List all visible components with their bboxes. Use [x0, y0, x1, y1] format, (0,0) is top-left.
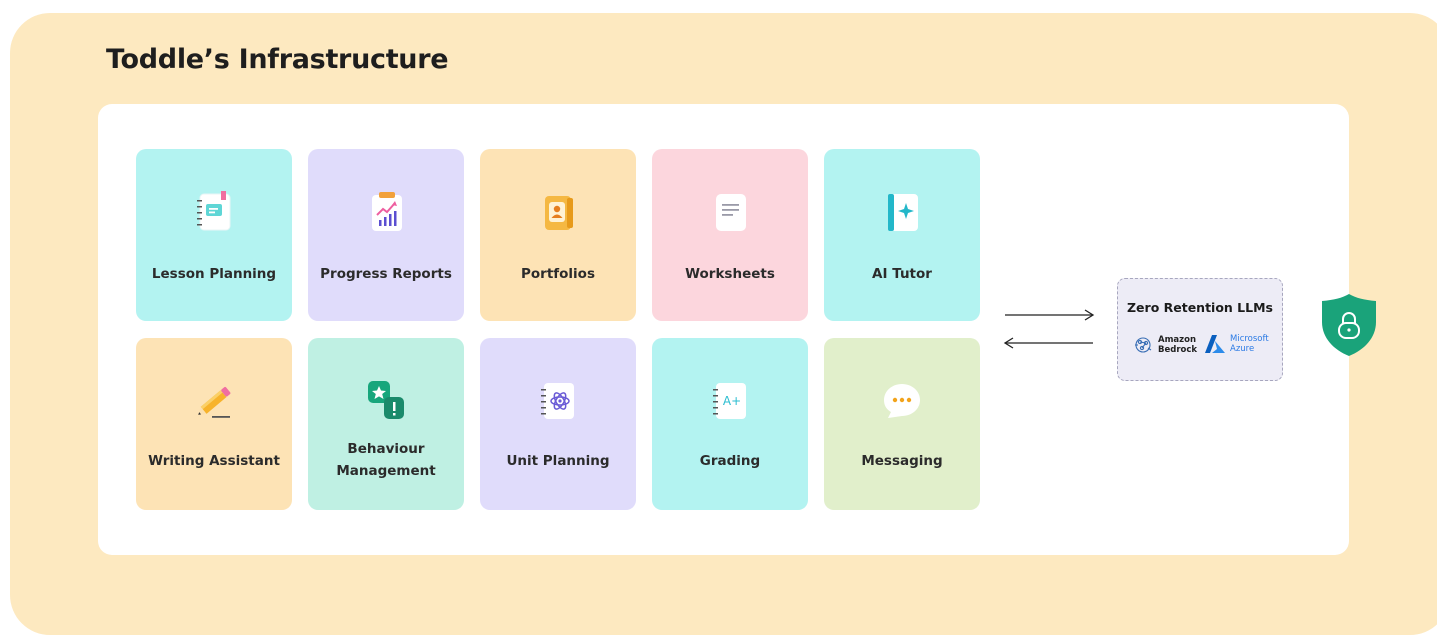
progress-report-chart-icon	[361, 187, 411, 237]
portfolio-contact-icon	[533, 187, 583, 237]
tile-label: Messaging	[861, 453, 943, 469]
tile-grading[interactable]: A+ Grading	[652, 338, 808, 510]
unit-planning-atom-icon	[533, 376, 583, 426]
microsoft-azure-logo: Microsoft Azure	[1204, 334, 1269, 354]
tile-lesson-planning[interactable]: Lesson Planning	[136, 149, 292, 321]
page-title: Toddle’s Infrastructure	[106, 44, 449, 75]
lesson-planning-notebook-icon	[189, 187, 239, 237]
tile-label: Worksheets	[685, 266, 775, 282]
azure-line2: Azure	[1230, 344, 1255, 354]
worksheet-document-icon	[705, 187, 755, 237]
tile-messaging[interactable]: Messaging	[824, 338, 980, 510]
tile-behaviour-management[interactable]: Behaviour Management	[308, 338, 464, 510]
tile-label: Portfolios	[521, 266, 595, 282]
bedrock-line1: Amazon	[1158, 335, 1197, 345]
tile-label: Behaviour Management	[336, 441, 436, 479]
svg-text:A+: A+	[723, 394, 741, 408]
amazon-bedrock-logo: Amazon Bedrock	[1132, 334, 1197, 356]
tile-label: Lesson Planning	[151, 266, 277, 282]
shield-lock-icon	[1322, 294, 1376, 356]
tile-progress-reports[interactable]: Progress Reports	[308, 149, 464, 321]
microsoft-azure-icon	[1205, 335, 1225, 353]
tile-worksheets[interactable]: Worksheets	[652, 149, 808, 321]
behaviour-badge-icon	[361, 376, 411, 426]
arrow-left-icon	[1003, 337, 1093, 349]
tile-unit-planning[interactable]: Unit Planning	[480, 338, 636, 510]
tile-label: AI Tutor	[872, 266, 932, 282]
tile-label: Grading	[699, 453, 761, 469]
tile-writing-assistant[interactable]: Writing Assistant	[136, 338, 292, 510]
zero-retention-llms-box: Zero Retention LLMs Amazon Bedrock Micro…	[1117, 278, 1283, 381]
tile-ai-tutor[interactable]: AI Tutor	[824, 149, 980, 321]
messaging-chat-icon	[877, 376, 927, 426]
bedrock-line2: Bedrock	[1158, 345, 1198, 355]
amazon-bedrock-icon	[1135, 337, 1152, 353]
llm-box-title: Zero Retention LLMs	[1126, 300, 1273, 315]
grading-a-plus-icon: A+	[705, 376, 755, 426]
tile-label: Progress Reports	[320, 266, 452, 282]
ai-tutor-sparkle-icon	[877, 187, 927, 237]
pencil-icon	[189, 376, 239, 426]
tile-label: Writing Assistant	[148, 453, 280, 469]
arrow-right-icon	[1005, 309, 1095, 321]
tile-portfolios[interactable]: Portfolios	[480, 149, 636, 321]
azure-line1: Microsoft	[1230, 334, 1269, 344]
tile-label: Unit Planning	[506, 453, 610, 469]
